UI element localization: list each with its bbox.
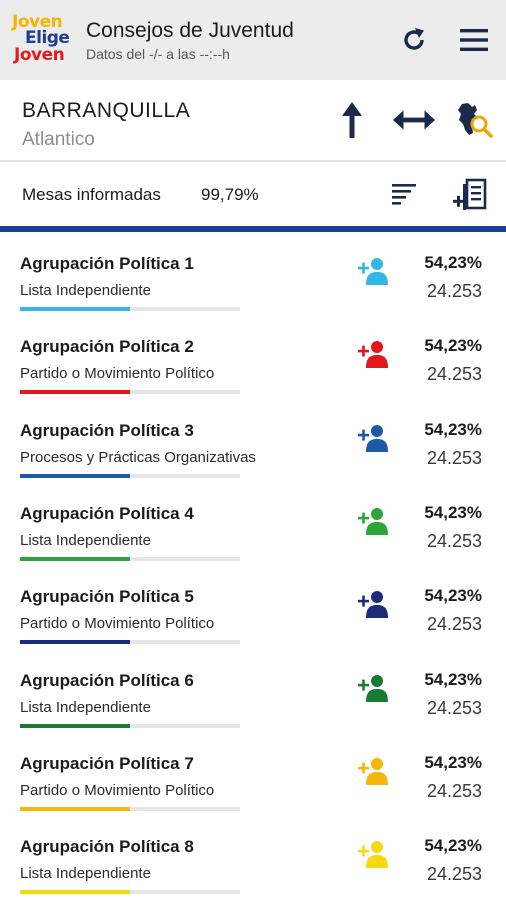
list-type: Partido o Movimiento Político xyxy=(20,365,215,383)
vote-count: 24.253 xyxy=(426,614,482,635)
list-type: Procesos y Prácticas Organizativas xyxy=(20,448,256,466)
reported-tables-label: Mesas informadas xyxy=(22,185,161,204)
vote-percentage: 54,23% xyxy=(424,586,482,606)
add-person-icon[interactable] xyxy=(356,337,390,371)
list-type: Lista Independiente xyxy=(20,865,151,883)
progress-bar-fill xyxy=(20,473,130,478)
vote-count: 24.253 xyxy=(426,447,482,468)
data-timestamp: Datos del -/- a las --:--h xyxy=(86,46,230,62)
party-name: Agrupación Política 3 xyxy=(20,420,194,440)
progress-bar-fill xyxy=(20,806,130,811)
progress-bar-fill xyxy=(20,890,130,895)
list-item[interactable]: Agrupación Política 5 Partido o Movimient… xyxy=(0,565,506,648)
list-item[interactable]: Agrupación Política 1 Lista Independiente… xyxy=(0,232,506,315)
party-name: Agrupación Política 5 xyxy=(20,587,194,607)
hamburger-menu-icon[interactable] xyxy=(456,22,492,58)
arrow-up-icon[interactable] xyxy=(330,98,374,142)
progress-bar xyxy=(20,806,240,811)
add-list-icon[interactable] xyxy=(451,176,489,214)
party-name: Agrupación Política 6 xyxy=(20,670,194,690)
horizontal-arrows-icon[interactable] xyxy=(392,98,436,142)
refresh-icon[interactable] xyxy=(396,22,432,58)
progress-bar-fill xyxy=(20,390,130,395)
progress-bar xyxy=(20,390,240,395)
progress-bar-fill xyxy=(20,723,130,728)
add-person-icon[interactable] xyxy=(356,754,390,788)
progress-bar xyxy=(20,890,240,895)
party-name: Agrupación Política 1 xyxy=(20,254,194,273)
add-person-icon[interactable] xyxy=(356,254,390,288)
party-name: Agrupación Política 4 xyxy=(20,503,194,523)
reported-tables-value: 99,79% xyxy=(201,185,259,204)
vote-count: 24.253 xyxy=(426,281,482,301)
vote-percentage: 54,23% xyxy=(424,253,482,272)
vote-count: 24.253 xyxy=(426,364,482,385)
logo-line-3: Joven xyxy=(14,45,65,65)
list-type: Partido o Movimiento Político xyxy=(20,615,215,633)
progress-bar xyxy=(20,640,240,645)
party-name: Agrupación Política 8 xyxy=(20,837,194,857)
sort-lines-icon[interactable] xyxy=(385,176,423,214)
add-person-icon[interactable] xyxy=(356,837,390,871)
progress-bar-fill xyxy=(20,307,130,311)
list-item[interactable]: Agrupación Política 6 Lista Independiente… xyxy=(0,649,506,732)
city-name: BARRANQUILLA xyxy=(22,99,191,122)
add-person-icon[interactable] xyxy=(356,671,390,705)
vote-percentage: 54,23% xyxy=(424,836,482,856)
progress-bar xyxy=(20,307,240,311)
list-type: Partido o Movimiento Político xyxy=(20,781,215,799)
progress-bar xyxy=(20,473,240,478)
list-type: Lista Independiente xyxy=(20,698,151,716)
list-type: Lista Independiente xyxy=(20,531,151,549)
progress-bar-fill xyxy=(20,640,130,645)
app-title: Consejos de Juventud xyxy=(86,19,294,42)
progress-bar xyxy=(20,723,240,728)
vote-percentage: 54,23% xyxy=(424,419,482,439)
list-item[interactable]: Agrupación Política 3 Procesos y Práctica… xyxy=(0,399,506,482)
map-search-icon[interactable] xyxy=(452,98,496,142)
add-person-icon[interactable] xyxy=(356,587,390,621)
party-name: Agrupación Política 2 xyxy=(20,337,194,357)
app-header: Joven Elige Joven Consejos de Juventud D… xyxy=(0,0,506,80)
progress-bar-fill xyxy=(20,556,130,561)
list-item[interactable]: Agrupación Política 2 Partido o Movimient… xyxy=(0,315,506,398)
list-item[interactable]: Agrupación Política 8 Lista Independiente… xyxy=(0,815,506,898)
location-bar: BARRANQUILLA Atlantico xyxy=(0,80,506,162)
progress-bar xyxy=(20,556,240,561)
stats-bar: Mesas informadas 99,79% xyxy=(0,162,506,226)
add-person-icon[interactable] xyxy=(356,421,390,455)
app-logo: Joven Elige Joven xyxy=(12,14,74,70)
list-type: Lista Independiente xyxy=(20,282,151,299)
vote-percentage: 54,23% xyxy=(424,669,482,689)
vote-count: 24.253 xyxy=(426,780,482,801)
party-name: Agrupación Política 7 xyxy=(20,753,194,773)
vote-percentage: 54,23% xyxy=(424,502,482,522)
vote-percentage: 54,23% xyxy=(424,752,482,772)
add-person-icon[interactable] xyxy=(356,504,390,538)
vote-count: 24.253 xyxy=(426,530,482,551)
vote-count: 24.253 xyxy=(426,864,482,885)
list-item[interactable]: Agrupación Política 4 Lista Independiente… xyxy=(0,482,506,565)
vote-count: 24.253 xyxy=(426,697,482,718)
vote-percentage: 54,23% xyxy=(424,336,482,356)
department-name: Atlantico xyxy=(22,129,95,150)
list-item[interactable]: Agrupación Política 7 Partido o Movimient… xyxy=(0,732,506,815)
